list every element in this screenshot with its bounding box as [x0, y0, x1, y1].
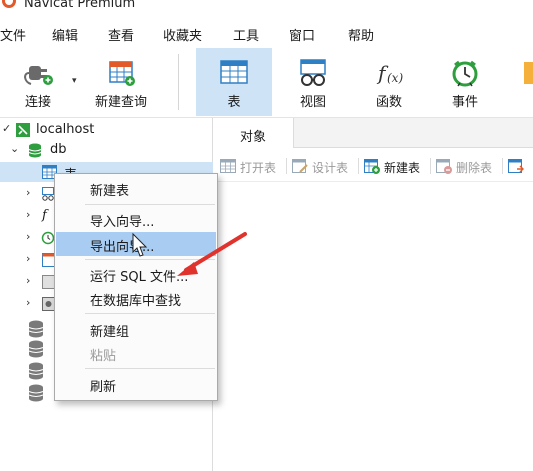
event-button[interactable]: 事件 — [432, 48, 498, 116]
function-icon: f — [42, 208, 47, 223]
database-icon — [28, 143, 42, 158]
navicat-logo-icon — [2, 0, 16, 8]
new-table-label: 新建表 — [384, 161, 421, 175]
new-query-icon — [109, 61, 135, 86]
toolbar-divider — [286, 158, 287, 174]
new-query-button[interactable]: 新建查询 — [88, 48, 154, 116]
toolbar-divider — [502, 158, 503, 174]
svg-text:(x): (x) — [387, 71, 403, 85]
menu-item-new-group[interactable]: 新建组 — [56, 317, 216, 341]
delete-table-icon — [436, 159, 452, 174]
mysql-connection-icon — [16, 123, 30, 137]
table-button[interactable]: 表 — [196, 48, 272, 116]
menu-tools[interactable]: 工具 — [233, 25, 259, 44]
menu-divider — [85, 368, 215, 369]
clock-icon — [41, 231, 55, 245]
menu-help[interactable]: 帮助 — [348, 25, 374, 44]
database-label: db — [50, 142, 67, 157]
database-icon[interactable] — [28, 340, 44, 358]
tree-connection-localhost[interactable]: ✓ localhost — [0, 120, 213, 140]
menu-item-new-table[interactable]: 新建表 — [56, 176, 216, 200]
menu-item-label: 新建组 — [90, 325, 130, 340]
event-label: 事件 — [451, 95, 478, 110]
delete-table-label: 删除表 — [456, 161, 493, 175]
menu-view[interactable]: 查看 — [108, 25, 134, 44]
menu-divider — [85, 204, 215, 205]
toolbar-divider — [178, 54, 179, 110]
toolbar-more-button[interactable] — [520, 48, 533, 116]
design-table-icon — [292, 159, 308, 173]
plug-icon — [24, 66, 53, 85]
table-icon — [220, 60, 248, 84]
database-icon[interactable] — [28, 384, 44, 402]
view-icon — [300, 59, 326, 86]
view-button[interactable]: 视图 — [280, 48, 346, 116]
function-icon: f (x) — [376, 61, 403, 85]
function-label: 函数 — [375, 95, 402, 110]
menu-item-import-wizard[interactable]: 导入向导... — [56, 207, 216, 231]
object-toolbar: 打开表 设计表 新建表 删除表 — [214, 150, 533, 182]
toolbar-divider — [358, 158, 359, 174]
view-label: 视图 — [299, 95, 326, 110]
menu-bar: 文件 编辑 查看 收藏夹 工具 窗口 帮助 — [0, 18, 533, 48]
chevron-down-icon[interactable]: ✓ — [2, 122, 11, 135]
design-table-label: 设计表 — [312, 161, 349, 175]
menu-item-label: 运行 SQL 文件... — [90, 270, 189, 285]
new-table-icon — [364, 159, 380, 174]
menu-divider — [85, 313, 215, 314]
menu-item-paste[interactable]: 粘贴 — [56, 341, 216, 365]
context-menu: 新建表 导入向导... 导出向导... 运行 SQL 文件... 在数据库中查找… — [54, 173, 218, 401]
open-table-icon — [220, 159, 236, 173]
import-wizard-button[interactable] — [508, 158, 533, 176]
open-table-label: 打开表 — [240, 161, 277, 175]
connect-label: 连接 — [24, 95, 51, 110]
connect-button[interactable]: 连接 — [8, 48, 68, 116]
menu-file[interactable]: 文件 — [0, 25, 26, 44]
menu-edit[interactable]: 编辑 — [52, 25, 78, 44]
menu-item-export-wizard[interactable]: 导出向导... — [56, 232, 216, 256]
database-icon[interactable] — [28, 320, 44, 338]
menu-item-label: 新建表 — [90, 184, 130, 199]
menu-window[interactable]: 窗口 — [289, 25, 315, 44]
tree-database-db[interactable]: ⌄ db — [0, 140, 213, 160]
table-label: 表 — [227, 95, 241, 110]
tab-objects-label: 对象 — [240, 130, 267, 145]
chevron-right-icon[interactable]: › — [26, 274, 30, 287]
report-icon — [524, 62, 533, 84]
menu-item-label: 在数据库中查找 — [90, 294, 182, 309]
chevron-right-icon[interactable]: › — [26, 230, 30, 243]
menu-item-label: 导出向导... — [90, 240, 155, 255]
chevron-right-icon[interactable]: › — [26, 208, 30, 221]
menu-item-label: 粘贴 — [90, 349, 117, 364]
tab-bar: 对象 — [214, 118, 533, 148]
connect-dropdown-icon[interactable]: ▾ — [72, 76, 77, 86]
import-icon — [508, 159, 524, 173]
tab-objects[interactable]: 对象 — [214, 118, 294, 148]
title-bar: Navicat Premium — [0, 0, 533, 16]
menu-item-refresh[interactable]: 刷新 — [56, 372, 216, 396]
menu-divider — [85, 259, 215, 260]
new-query-label: 新建查询 — [94, 95, 147, 110]
chevron-right-icon[interactable]: › — [26, 252, 30, 265]
chevron-down-icon[interactable]: ⌄ — [10, 142, 19, 155]
clock-icon — [452, 60, 478, 87]
view-icon — [42, 187, 54, 201]
connection-label: localhost — [36, 122, 95, 137]
menu-item-label: 刷新 — [90, 380, 117, 395]
chevron-right-icon[interactable]: › — [26, 296, 30, 309]
toolbar-divider — [430, 158, 431, 174]
menu-item-find-in-database[interactable]: 在数据库中查找 — [56, 286, 216, 310]
function-button[interactable]: f (x) 函数 — [356, 48, 422, 116]
menu-item-label: 导入向导... — [90, 215, 155, 230]
database-icon[interactable] — [28, 362, 44, 380]
menu-item-run-sql-file[interactable]: 运行 SQL 文件... — [56, 262, 216, 286]
window-title: Navicat Premium — [24, 0, 136, 11]
main-toolbar: 连接 ▾ 新建查询 表 视图 f (x) 函数 事件 — [0, 48, 533, 118]
menu-favorites[interactable]: 收藏夹 — [163, 25, 202, 44]
chevron-right-icon[interactable]: › — [26, 186, 30, 199]
